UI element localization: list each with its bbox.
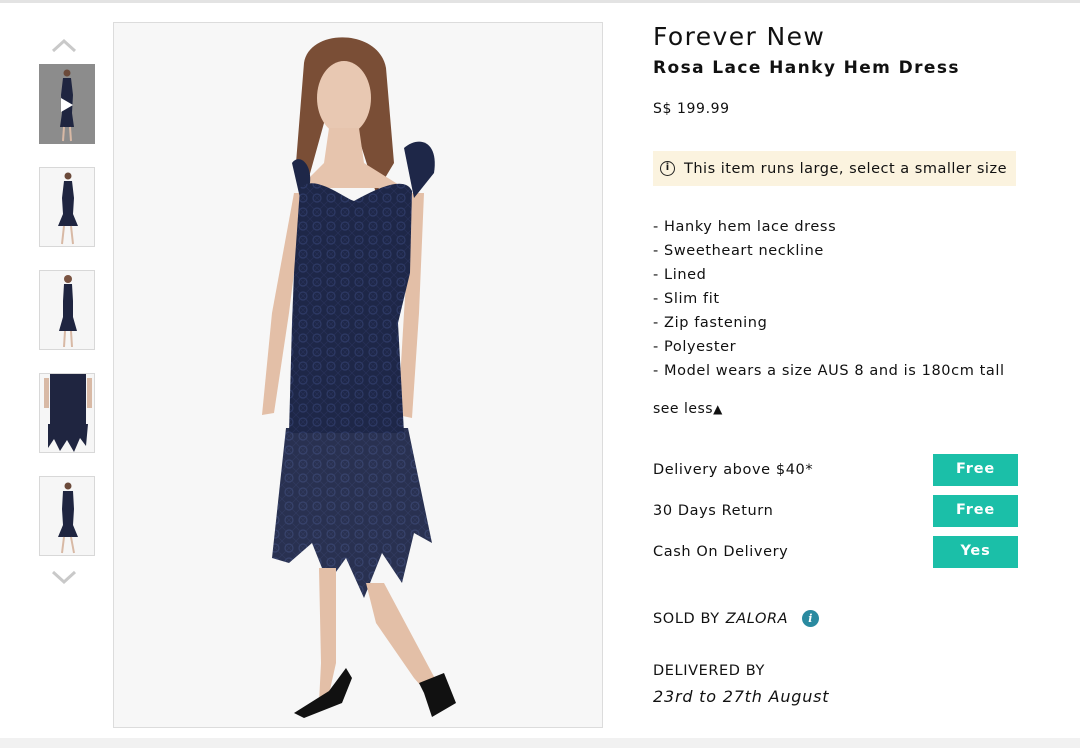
feature-item: - Sweetheart neckline [653,243,824,259]
play-icon [61,98,73,112]
feature-item: - Slim fit [653,291,720,307]
size-advice-banner: i This item runs large, select a smaller… [653,151,1016,186]
thumbnail-image [59,275,77,348]
thumbnail-image [58,172,78,245]
model-dress-illustration [262,37,456,718]
feature-item: - Polyester [653,339,737,355]
cod-yes-badge: Yes [933,536,1018,568]
delivery-free-badge: Free [933,454,1018,486]
thumbnail-back-view[interactable] [39,270,95,350]
see-less-toggle[interactable]: see less▲ [653,401,723,417]
return-free-badge: Free [933,495,1018,527]
seller-name[interactable]: ZALORA [726,611,789,627]
thumbnail-image [58,482,78,554]
sold-by-label: SOLD BY [653,610,720,627]
product-price: S$ 199.99 [653,101,730,117]
top-divider [0,0,1080,3]
return-service-label: 30 Days Return [653,503,774,519]
thumbnail-side-view[interactable] [39,476,95,556]
product-title: Rosa Lace Hanky Hem Dress [653,58,960,78]
thumbnail-image [44,374,92,452]
thumbnail-scroll-down-button[interactable] [50,568,78,586]
chevron-down-icon [51,570,77,585]
thumbnail-front-view[interactable] [39,167,95,247]
info-circle-icon: i [660,161,675,176]
feature-item: - Zip fastening [653,315,768,331]
size-advice-text: This item runs large, select a smaller s… [684,160,1007,177]
bottom-divider [0,738,1080,748]
thumbnail-detail-view[interactable] [39,373,95,453]
caret-up-icon: ▲ [713,402,723,416]
delivery-service-label: Delivery above $40* [653,462,814,478]
sold-by-row: SOLD BY ZALORA i [653,610,820,627]
thumbnail-video[interactable] [39,64,95,144]
delivered-by-label: DELIVERED BY [653,663,765,679]
thumbnail-scroll-up-button[interactable] [50,36,78,54]
cod-service-label: Cash On Delivery [653,544,789,560]
feature-item: - Lined [653,267,707,283]
product-features-list: - Hanky hem lace dress - Sweetheart neck… [653,215,1005,383]
feature-item: - Model wears a size AUS 8 and is 180cm … [653,363,1005,379]
see-less-label: see less [653,401,714,417]
brand-name[interactable]: Forever New [653,22,825,51]
chevron-up-icon [51,38,77,53]
main-product-image[interactable] [113,22,603,728]
feature-item: - Hanky hem lace dress [653,219,837,235]
seller-info-icon[interactable]: i [802,610,820,627]
delivery-dates: 23rd to 27th August [653,687,830,706]
